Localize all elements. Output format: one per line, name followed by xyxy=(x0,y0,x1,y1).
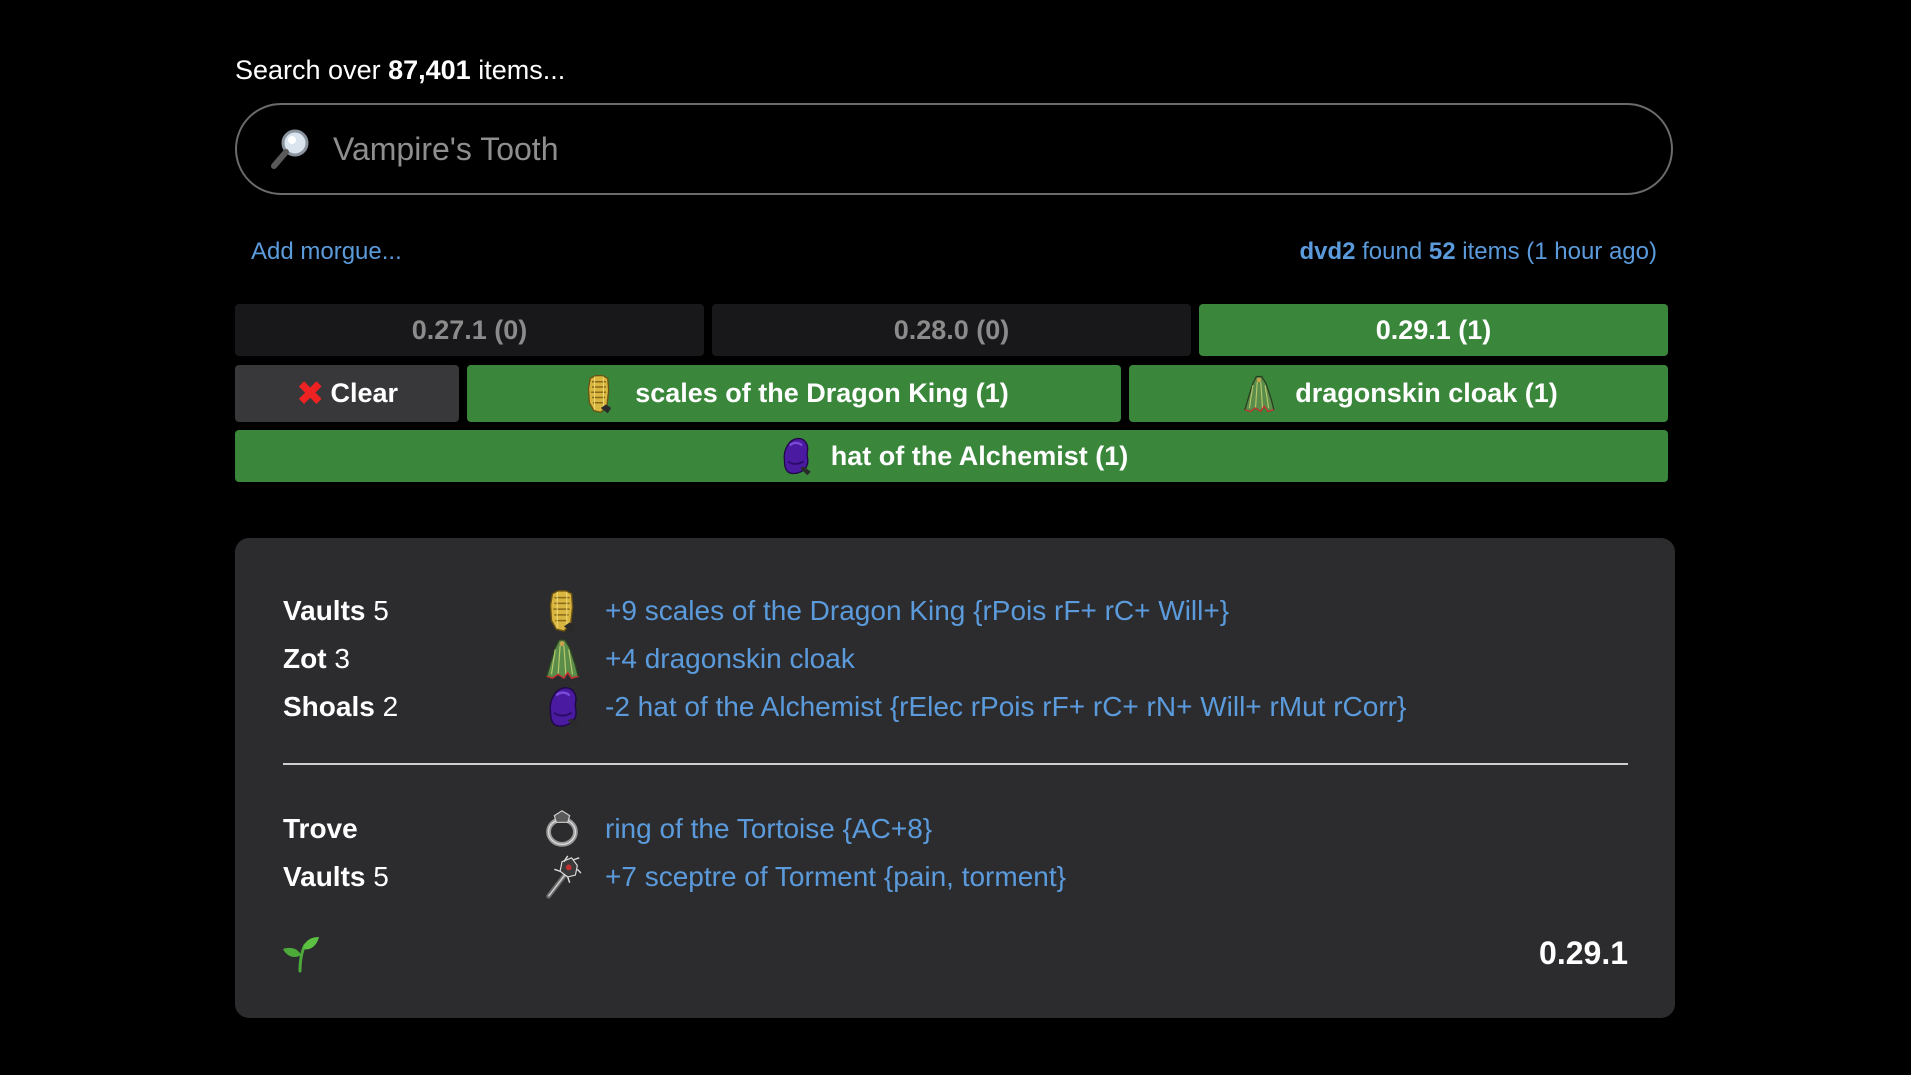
clear-label: Clear xyxy=(330,378,399,408)
place-name: Trove xyxy=(283,813,358,844)
result-place: Vaults 5 xyxy=(283,594,389,628)
player-link[interactable]: dvd2 xyxy=(1299,238,1355,265)
version-button-0-29-1[interactable]: 0.29.1 (1) xyxy=(1199,304,1668,356)
place-name: Zot xyxy=(283,643,327,674)
clear-button[interactable]: ✖ Clear xyxy=(235,365,459,422)
item-link[interactable]: +4 dragonskin cloak xyxy=(605,642,855,676)
search-heading: Search over 87,401 items... xyxy=(235,52,565,88)
result-place: Trove xyxy=(283,812,358,846)
result-row: Vaults 5 +9 scales of the Dragon King {r… xyxy=(283,586,1583,634)
golden-scale-armour-icon xyxy=(539,588,585,634)
place-name: Shoals xyxy=(283,691,375,722)
found-status: dvd2 found 52 items (1 hour ago) xyxy=(1299,236,1657,268)
search-heading-prefix: Search over xyxy=(235,55,381,85)
place-name: Vaults xyxy=(283,595,366,626)
green-cloak-icon xyxy=(1239,373,1279,415)
version-button-0-28-0[interactable]: 0.28.0 (0) xyxy=(712,304,1191,356)
place-level: 2 xyxy=(382,691,399,722)
place-level: 3 xyxy=(334,643,350,674)
search-box[interactable] xyxy=(235,103,1673,195)
item-link[interactable]: +7 sceptre of Torment {pain, torment} xyxy=(605,860,1066,894)
add-morgue-link[interactable]: Add morgue... xyxy=(251,236,402,268)
ring-icon xyxy=(539,806,585,852)
filter-label: hat of the Alchemist (1) xyxy=(830,440,1129,471)
green-cloak-icon xyxy=(539,636,585,682)
golden-scale-armour-icon xyxy=(579,373,619,415)
filter-label: scales of the Dragon King (1) xyxy=(635,378,1009,408)
version-button-0-27-1[interactable]: 0.27.1 (0) xyxy=(235,304,704,356)
found-word: found xyxy=(1362,238,1423,265)
filter-button-scales-of-the-dragon-king[interactable]: scales of the Dragon King (1) xyxy=(467,365,1121,422)
found-suffix: items (1 hour ago) xyxy=(1462,238,1657,265)
item-link[interactable]: ring of the Tortoise {AC+8} xyxy=(605,812,932,846)
place-name: Vaults xyxy=(283,861,366,892)
result-place: Shoals 2 xyxy=(283,690,398,724)
result-place: Zot 3 xyxy=(283,642,350,676)
search-icon xyxy=(271,129,309,169)
item-count: 87,401 xyxy=(388,55,471,85)
item-link[interactable]: -2 hat of the Alchemist {rElec rPois rF+… xyxy=(605,690,1406,724)
purple-hat-icon xyxy=(775,435,815,477)
version-label: 0.29.1 (1) xyxy=(1375,314,1492,345)
place-level: 5 xyxy=(373,861,389,892)
result-row: Shoals 2 -2 hat of the Alchemist {rElec … xyxy=(283,682,1583,730)
version-label: 0.27.1 (0) xyxy=(411,314,528,345)
item-link[interactable]: +9 scales of the Dragon King {rPois rF+ … xyxy=(605,594,1229,628)
result-row: Zot 3 +4 dragonskin cloak xyxy=(283,634,1583,682)
close-icon: ✖ xyxy=(295,374,325,413)
result-row: Trove ring of the Tortoise {AC+8} xyxy=(283,804,1583,852)
place-level: 5 xyxy=(373,595,389,626)
results-panel: Vaults 5 +9 scales of the Dragon King {r… xyxy=(235,538,1675,1018)
filter-button-dragonskin-cloak[interactable]: dragonskin cloak (1) xyxy=(1129,365,1668,422)
version-label: 0.28.0 (0) xyxy=(893,314,1010,345)
search-heading-suffix: items... xyxy=(478,55,566,85)
result-row: Vaults 5 +7 sceptre of Torment {pain, to… xyxy=(283,852,1583,900)
divider xyxy=(283,763,1628,765)
sceptre-icon xyxy=(539,854,585,900)
sprout-icon xyxy=(283,937,319,973)
filter-label: dragonskin cloak (1) xyxy=(1295,378,1558,408)
found-count: 52 xyxy=(1428,238,1456,265)
search-input[interactable] xyxy=(333,123,1633,175)
result-place: Vaults 5 xyxy=(283,860,389,894)
result-version: 0.29.1 xyxy=(1539,935,1628,971)
purple-hat-icon xyxy=(539,684,585,730)
filter-button-hat-of-the-alchemist[interactable]: hat of the Alchemist (1) xyxy=(235,430,1668,482)
